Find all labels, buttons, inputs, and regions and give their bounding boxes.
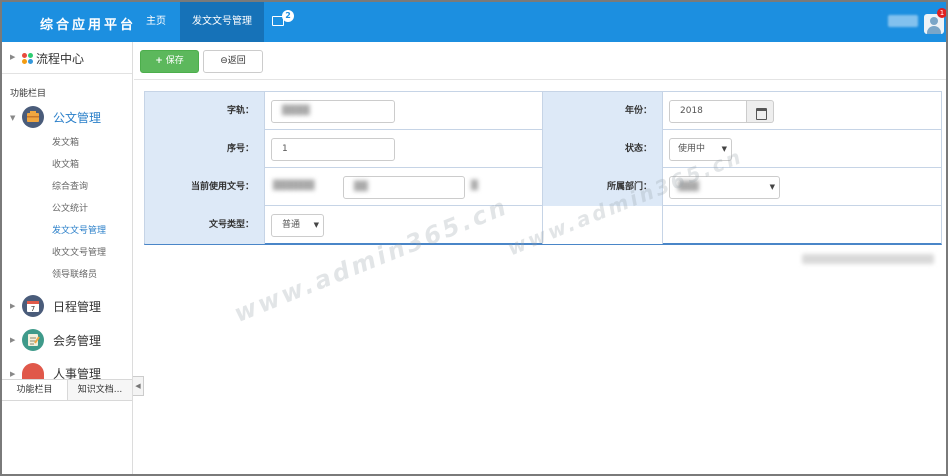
sidebar-tabs: 功能栏目 知识文档... — [2, 379, 132, 401]
back-button[interactable]: ⊖返回 — [203, 50, 263, 73]
year-cell: 2018 — [663, 92, 941, 130]
plus-icon: + — [155, 56, 163, 66]
hr-icon — [22, 363, 44, 379]
caret-right-icon: ▶ — [10, 370, 16, 378]
seq-cell: 1 — [265, 130, 543, 168]
form-row: 字轨： ████ 年份： 2018 — [145, 92, 941, 130]
zigui-label: 字轨： — [145, 92, 265, 130]
doctype-select[interactable]: 普通 ▼ — [271, 214, 324, 237]
caret-right-icon: ▶ — [10, 302, 16, 310]
tab-knowledge-docs[interactable]: 知识文档... — [68, 380, 132, 400]
notification-badge: 1 — [937, 8, 946, 18]
calendar-picker-icon[interactable] — [747, 100, 774, 123]
sidebar-group-schedule[interactable]: 日程管理 — [53, 298, 101, 315]
current-number-prefix: ██████ — [273, 181, 315, 191]
app-window: 综合应用平台 主页 发文文号管理 2 1 ▶ 流程中心 功能栏目 ▼ 公文管理 … — [0, 0, 948, 476]
doctype-label: 文号类型： — [145, 206, 265, 244]
sidebar-item-outbox[interactable]: 发文箱 — [52, 135, 79, 148]
sidebar-collapse-handle[interactable]: ◀ — [133, 376, 144, 396]
sidebar-item-stats[interactable]: 公文统计 — [52, 201, 88, 214]
toolbar: + 保存 ⊖返回 — [134, 42, 946, 80]
seq-input[interactable]: 1 — [271, 138, 395, 161]
message-count-badge: 2 — [282, 10, 294, 22]
top-navbar: 综合应用平台 主页 发文文号管理 2 1 — [2, 2, 946, 42]
sidebar-item-outgoing-number[interactable]: 发文文号管理 — [52, 223, 106, 236]
save-button[interactable]: + 保存 — [140, 50, 199, 73]
sidebar-item-inbox[interactable]: 收文箱 — [52, 157, 79, 170]
zigui-input[interactable]: ████ — [271, 100, 395, 123]
calendar-day-number: 7 — [31, 305, 35, 313]
footer-copyright — [802, 254, 934, 264]
sidebar: ▶ 流程中心 功能栏目 ▼ 公文管理 发文箱 收文箱 综合查询 公文统计 发文文… — [2, 42, 133, 474]
year-label: 年份： — [543, 92, 663, 130]
seq-label: 序号： — [145, 130, 265, 168]
save-button-label: 保存 — [165, 56, 184, 66]
status-label: 状态： — [543, 130, 663, 168]
zigui-cell: ████ — [265, 92, 543, 130]
doctype-value: 普通 — [282, 220, 301, 230]
back-icon: ⊖ — [220, 56, 228, 66]
meeting-icon — [22, 329, 44, 351]
form-row: 序号： 1 状态： 使用中 ▼ — [145, 130, 941, 168]
back-button-label: 返回 — [227, 56, 246, 66]
sidebar-group-meeting[interactable]: 会务管理 — [53, 332, 101, 349]
current-number-suffix: █ — [471, 181, 478, 191]
sidebar-item-query[interactable]: 综合查询 — [52, 179, 88, 192]
empty-value-cell — [663, 206, 941, 244]
document-mgmt-icon — [22, 106, 44, 128]
caret-down-icon: ▼ — [10, 114, 16, 122]
app-brand-title: 综合应用平台 — [40, 18, 137, 33]
dropdown-arrow-icon: ▼ — [769, 183, 775, 191]
caret-right-icon: ▶ — [10, 336, 16, 344]
caret-right-icon: ▶ — [10, 53, 16, 61]
current-number-input[interactable]: ██ — [343, 176, 465, 199]
status-value: 使用中 — [678, 144, 706, 154]
dropdown-arrow-icon: ▼ — [313, 221, 319, 229]
user-name[interactable] — [888, 15, 918, 27]
nav-home[interactable]: 主页 — [134, 2, 178, 42]
form-row: 当前使用文号： ██████ ██ █ 所属部门： ███ ▼ — [145, 168, 941, 206]
process-center-label: 流程中心 — [36, 52, 85, 66]
sidebar-process-center[interactable]: ▶ 流程中心 — [2, 42, 132, 74]
sidebar-item-incoming-number[interactable]: 收文文号管理 — [52, 245, 106, 258]
tab-function-menu[interactable]: 功能栏目 — [2, 380, 68, 400]
current-number-label: 当前使用文号： — [145, 168, 265, 206]
process-center-icon — [22, 53, 34, 65]
calendar-icon: 7 — [22, 295, 44, 317]
year-input[interactable]: 2018 — [669, 100, 747, 123]
sidebar-item-leader-liaison[interactable]: 领导联络员 — [52, 267, 97, 280]
sidebar-group-doc-mgmt[interactable]: 公文管理 — [53, 109, 101, 126]
nav-tab-doc-number[interactable]: 发文文号管理 — [180, 2, 264, 42]
function-section-title: 功能栏目 — [10, 89, 47, 99]
